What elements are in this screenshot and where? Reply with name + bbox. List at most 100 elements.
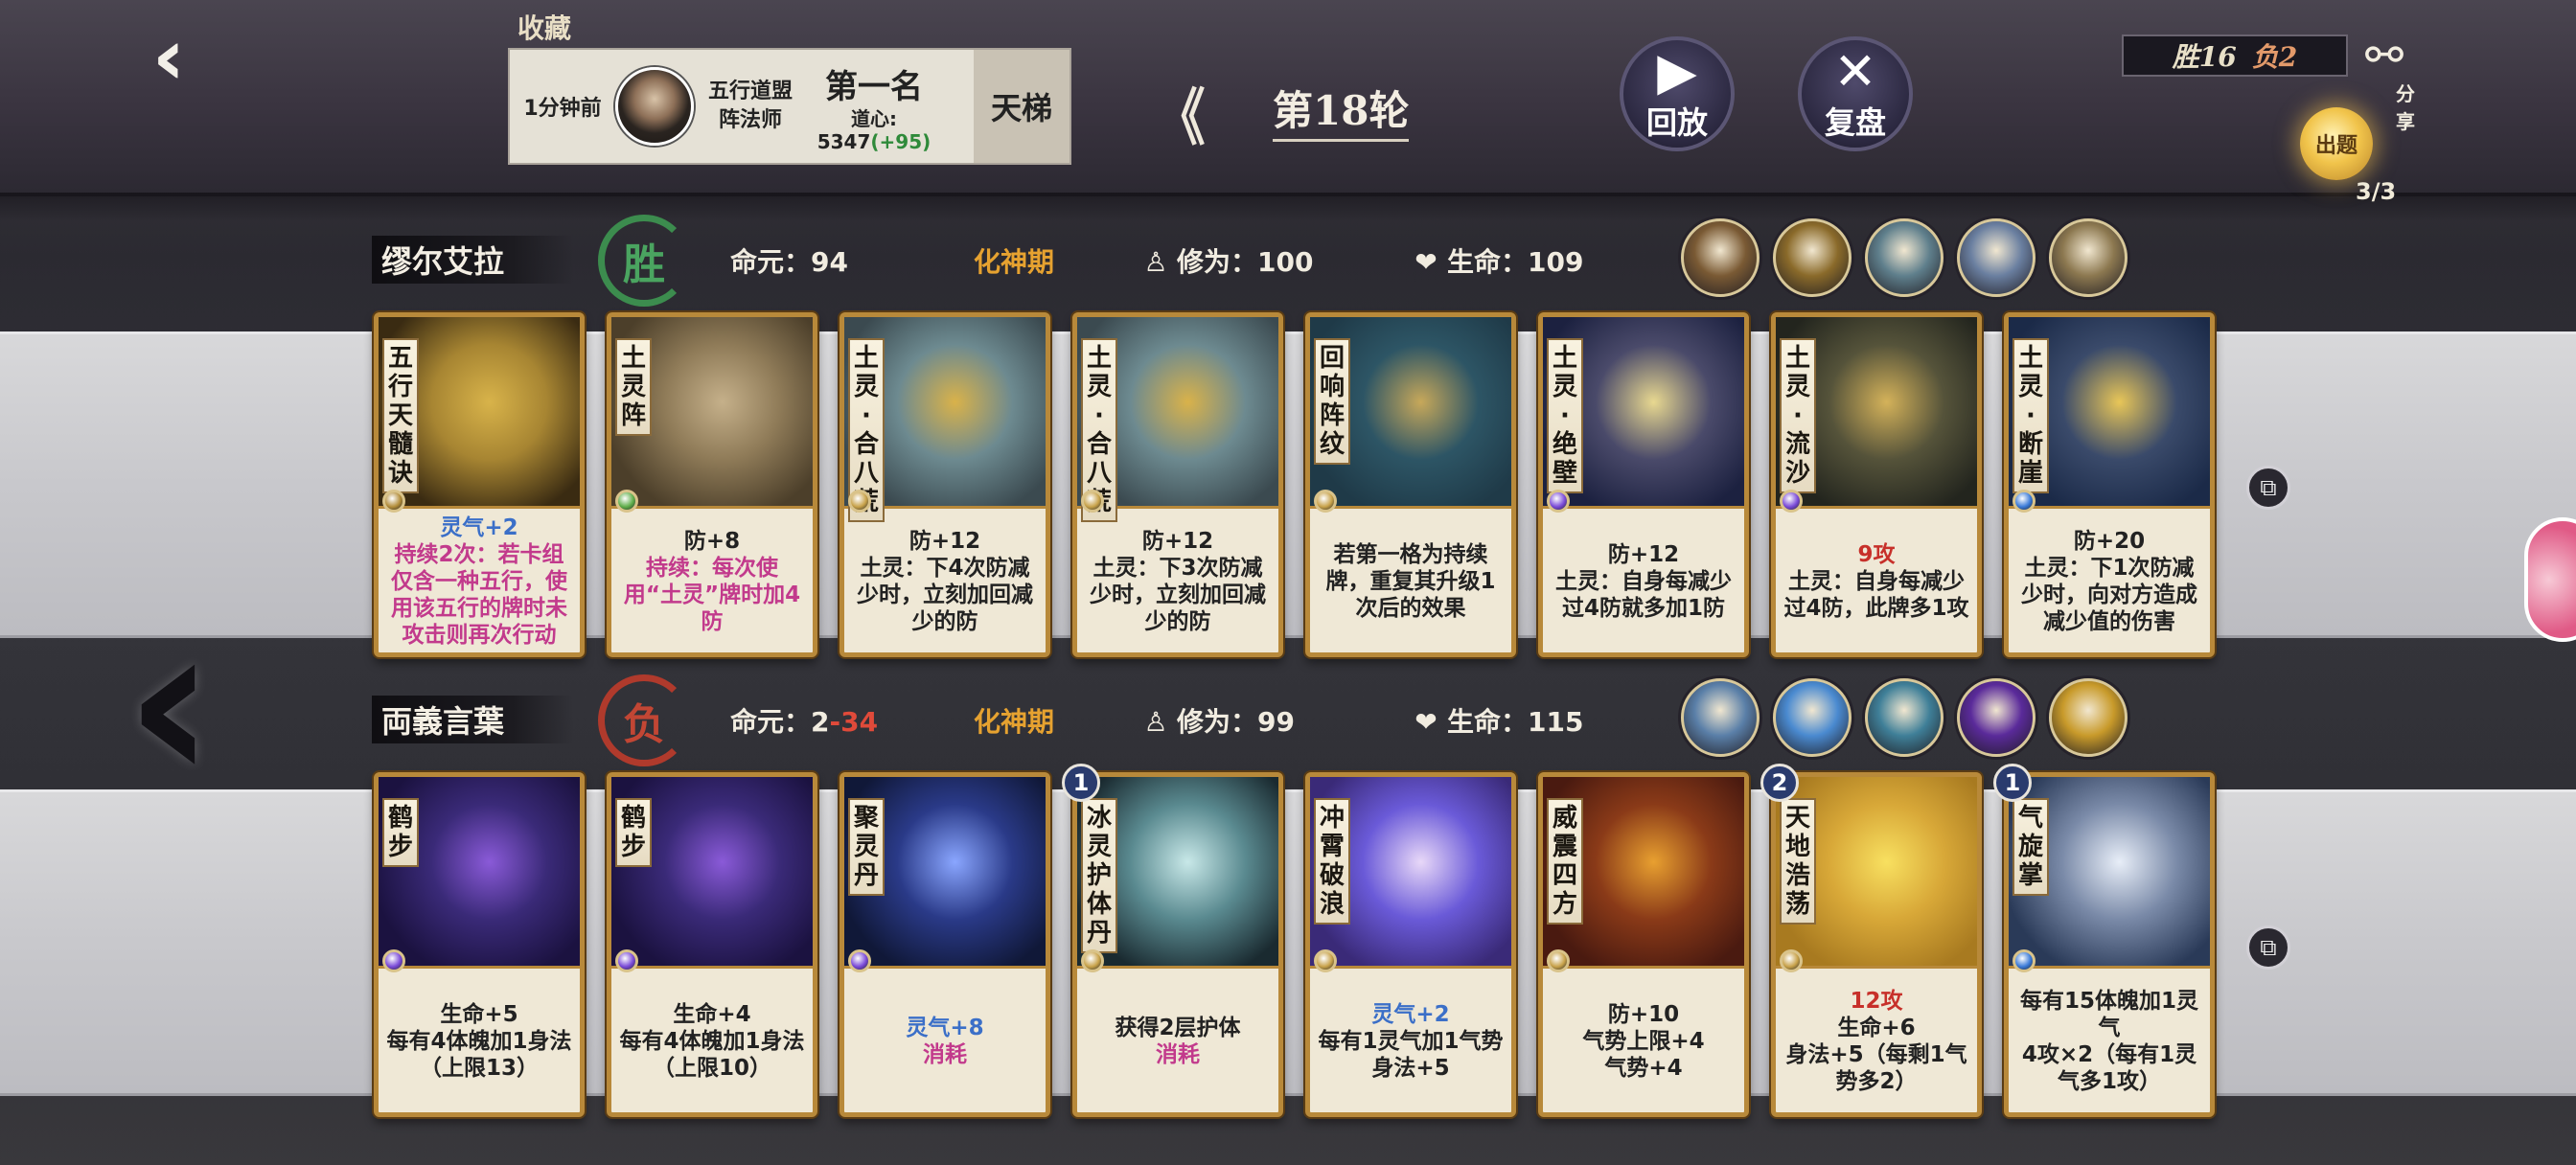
card-effect-line: 每有15体魄加1灵气 — [2019, 989, 2198, 1040]
quiz-label: 出题 — [2314, 134, 2358, 158]
card-description: 防+8 持续：每次使用“土灵”牌时加4防 — [619, 514, 805, 649]
card-description: 生命+4 每有4体魄加1身法（上限10） — [619, 974, 805, 1108]
card-name: 鹤步 — [382, 798, 419, 867]
card[interactable]: 冰灵护体丹 获得2层护体 消耗 1 — [1062, 764, 1283, 1117]
play-icon: ▶ — [1657, 41, 1697, 102]
share-label: 分享 — [2396, 82, 2415, 133]
card-name: 土灵·流沙 — [1780, 338, 1816, 493]
card-name: 冰灵护体丹 — [1081, 798, 1117, 953]
daoxin-value-line: 5347(+95) — [807, 130, 941, 153]
card-effect-line: 灵气+2 — [1371, 1002, 1450, 1027]
record-school: 五行道盟 阵法师 — [694, 78, 807, 135]
chevron-left-icon[interactable]: ‹ — [125, 594, 278, 814]
card-level-badge: 1 — [1993, 764, 2032, 802]
record-school-line2: 阵法师 — [718, 108, 782, 132]
card-effect-line: 气势上限+4 — [1582, 1029, 1705, 1054]
round-prev-arrow-icon[interactable]: 《 — [1156, 69, 1205, 157]
side-character-peek[interactable] — [2524, 517, 2576, 642]
copy-deck-icon[interactable]: ⧉ — [2246, 466, 2290, 510]
card-effect-line: 土灵：下1次防减少时，向对方造成减少值的伤害 — [2021, 556, 2197, 634]
card[interactable]: 土灵·流沙 9攻 土灵：自身每减少过4防，此牌多1攻 — [1771, 312, 1982, 657]
daoxin-label: 道心: — [851, 106, 897, 130]
crossed-swords-icon: ✕ — [1833, 41, 1877, 102]
card-effect-line: 防+20 — [2073, 529, 2146, 554]
card[interactable]: 土灵·合八荒防+12土灵：下4次防减少时，立刻加回减少的防 — [840, 312, 1050, 657]
card[interactable]: 天地浩荡 12攻 生命+6 身法+5（每剩1气势多2） 2 — [1760, 764, 1982, 1117]
share-button[interactable]: ⚯ 分享 — [2354, 29, 2430, 133]
card-effect-line: 持续：每次使用“土灵”牌时加4防 — [623, 556, 801, 634]
opponent-avatar — [615, 67, 694, 146]
card-effect-line: 4攻×2（每有1灵气多1攻） — [2021, 1042, 2197, 1094]
card-effect-line: 身法+5 — [1371, 1056, 1450, 1081]
card-effect-line: 土灵：下3次防减少时，立刻加回减少的防 — [1090, 556, 1266, 634]
card-description: 灵气+2 持续2次：若卡组仅含一种五行，使用该五行的牌时未攻击则再次行动 — [386, 514, 572, 649]
companion-badge[interactable] — [1773, 218, 1852, 297]
review-button[interactable]: ✕ 复盘 — [1798, 36, 1913, 151]
replay-button[interactable]: ▶ 回放 — [1620, 36, 1735, 151]
record-school-line1: 五行道盟 — [707, 80, 793, 103]
card-effect-line: 生命+6 — [1837, 1016, 1916, 1040]
card-name: 鹤步 — [615, 798, 652, 867]
companion-badge[interactable] — [1773, 678, 1852, 757]
favorites-label[interactable]: 收藏 — [518, 8, 571, 46]
player1-result: 胜 — [598, 215, 690, 307]
card[interactable]: 聚灵丹 灵气+8 消耗 — [840, 772, 1050, 1117]
battle-record-summary[interactable]: 1分钟前 五行道盟 阵法师 第一名 道心: 5347(+95) 天梯 — [508, 48, 1071, 165]
card[interactable]: 气旋掌 每有15体魄加1灵气 4攻×2（每有1灵气多1攻） 1 — [1993, 764, 2215, 1117]
card-effect-line: 土灵：自身每减少过4防，此牌多1攻 — [1783, 569, 1969, 621]
review-label: 复盘 — [1824, 104, 1886, 141]
mode-ladder: 天梯 — [974, 50, 1070, 163]
player1-life-essence: 命元：94 — [730, 241, 848, 280]
companion-badge[interactable] — [1681, 218, 1760, 297]
back-button[interactable]: ‹‹ — [153, 19, 297, 96]
card-effect-line: 消耗 — [923, 1042, 967, 1067]
card-effect-line: 每有4体魄加1身法（上限13） — [386, 1029, 572, 1081]
card[interactable]: 冲霄破浪 灵气+2 每有1灵气加1气势 身法+5 — [1305, 772, 1516, 1117]
card[interactable]: 鹤步 生命+5 每有4体魄加1身法（上限13） — [374, 772, 585, 1117]
companion-badge[interactable] — [1681, 678, 1760, 757]
card[interactable]: 土灵·断崖防+20 土灵：下1次防减少时，向对方造成减少值的伤害 — [2004, 312, 2215, 657]
card[interactable]: 土灵·合八荒防+12土灵：下3次防减少时，立刻加回减少的防 — [1072, 312, 1283, 657]
element-gem-icon — [848, 490, 871, 513]
card[interactable]: 五行天髓诀灵气+2 持续2次：若卡组仅含一种五行，使用该五行的牌时未攻击则再次行动 — [374, 312, 585, 657]
share-icon: ⚯ — [2365, 29, 2404, 82]
card-description: 防+10 气势上限+4 气势+4 — [1551, 974, 1736, 1108]
card-level-badge: 1 — [1062, 764, 1100, 802]
player2-companion-badges — [1681, 678, 2128, 757]
card-effect-line: 防+12 — [1141, 529, 1214, 554]
companion-badge[interactable] — [1957, 678, 2036, 757]
quiz-button[interactable]: 出题 — [2300, 107, 2373, 180]
card-name: 五行天髓诀 — [382, 338, 419, 493]
card[interactable]: 土灵·绝壁 防+12 土灵：自身每减少过4防就多加1防 — [1538, 312, 1749, 657]
life-essence-delta: -34 — [829, 706, 879, 738]
card[interactable]: 土灵阵 防+8 持续：每次使用“土灵”牌时加4防 — [607, 312, 817, 657]
card[interactable]: 威震四方 防+10 气势上限+4 气势+4 — [1538, 772, 1749, 1117]
element-gem-icon — [1081, 949, 1104, 972]
element-gem-icon — [1314, 949, 1337, 972]
card-name: 土灵·绝壁 — [1547, 338, 1583, 493]
companion-badge[interactable] — [1865, 678, 1944, 757]
copy-deck-icon[interactable]: ⧉ — [2246, 925, 2290, 970]
card-effect-line: 若第一格为持续牌，重复其升级1次后的效果 — [1325, 542, 1496, 621]
card-description: 防+12 土灵：下4次防减少时，立刻加回减少的防 — [852, 514, 1038, 649]
element-gem-icon — [615, 490, 638, 513]
card[interactable]: 回响阵纹 若第一格为持续牌，重复其升级1次后的效果 — [1305, 312, 1516, 657]
element-gem-icon — [382, 490, 405, 513]
win-loss-record: 胜16 负2 — [2122, 34, 2348, 77]
card-level-badge: 2 — [1760, 764, 1799, 802]
hp-value: 109 — [1528, 246, 1584, 278]
player1-deck: 五行天髓诀灵气+2 持续2次：若卡组仅含一种五行，使用该五行的牌时未攻击则再次行动… — [374, 312, 2215, 657]
companion-badge[interactable] — [2049, 218, 2128, 297]
cultivation-label: 修为： — [1177, 246, 1258, 278]
companion-badge[interactable] — [2049, 678, 2128, 757]
player2-deck: 鹤步 生命+5 每有4体魄加1身法（上限13） 鹤步 生命+4 每有4体魄加1身法（上限1… — [374, 764, 2215, 1117]
record-rank: 第一名 — [825, 67, 923, 106]
hp-value: 115 — [1528, 706, 1584, 738]
card-effect-line: 防+12 — [1607, 542, 1680, 567]
card[interactable]: 鹤步生命+4 每有4体魄加1身法（上限10） — [607, 772, 817, 1117]
card-name: 土灵·断崖 — [2012, 338, 2049, 493]
companion-badge[interactable] — [1865, 218, 1944, 297]
companion-badge[interactable] — [1957, 218, 2036, 297]
meditate-icon: ♙ — [1143, 246, 1168, 278]
player1-companion-badges — [1681, 218, 2128, 297]
